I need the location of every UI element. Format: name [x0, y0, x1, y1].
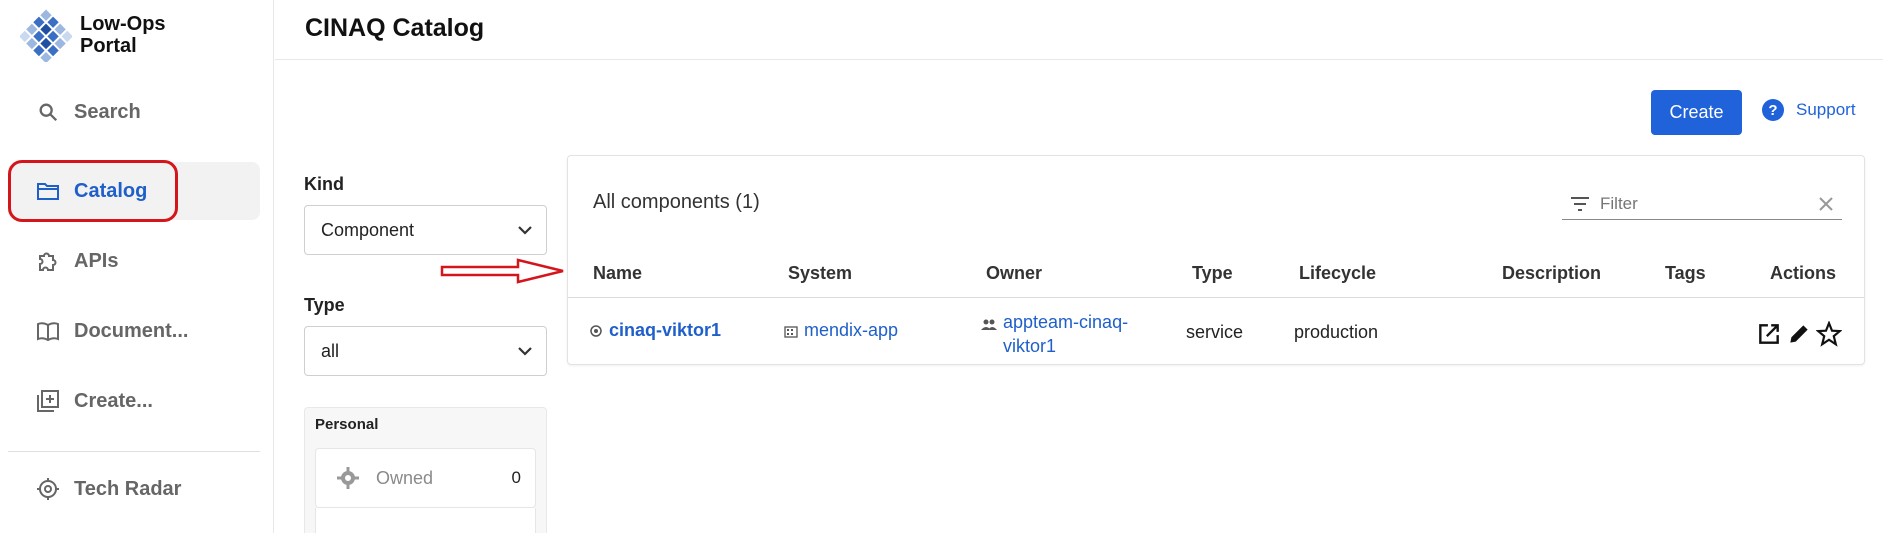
diamond-logo-icon [20, 9, 72, 62]
app-name-line1: Low-Ops [80, 13, 166, 35]
puzzle-icon [34, 247, 62, 275]
owner-name-line2: viktor1 [1003, 336, 1057, 356]
table-title: All components (1) [593, 191, 760, 213]
sidebar-item-apis[interactable]: APIs [8, 232, 260, 290]
add-box-icon [34, 387, 62, 415]
column-header-type[interactable]: Type [1192, 263, 1233, 284]
column-header-system[interactable]: System [788, 263, 852, 284]
sidebar-item-tech-radar[interactable]: Tech Radar [8, 460, 260, 518]
sidebar: Low-Ops Portal Search Catalog APIs Docum… [0, 0, 274, 533]
create-button[interactable]: Create [1651, 90, 1742, 135]
system-link[interactable]: mendix-app [784, 320, 898, 341]
app-name: Low-Ops Portal [80, 13, 166, 57]
system-name: mendix-app [804, 320, 899, 340]
chevron-down-icon [518, 226, 532, 235]
sidebar-item-create[interactable]: Create... [8, 372, 260, 430]
owned-count: 0 [511, 468, 521, 487]
column-header-name[interactable]: Name [593, 263, 642, 284]
filter-list-icon [1571, 196, 1589, 211]
personal-filter-panel: Personal Owned 0 [304, 407, 547, 533]
column-header-tags[interactable]: Tags [1665, 263, 1706, 284]
sidebar-item-label: APIs [74, 249, 119, 272]
type-label: Type [304, 295, 345, 315]
type-cell: service [1186, 322, 1244, 342]
chevron-down-icon [518, 347, 532, 356]
clear-icon[interactable] [1816, 194, 1836, 214]
filter-input[interactable] [1600, 193, 1800, 214]
owner-link[interactable]: appteam-cinaq- viktor1 [981, 310, 1128, 358]
starred-filter-item[interactable] [315, 508, 536, 533]
edit-icon[interactable] [1786, 321, 1812, 347]
sidebar-item-documentation[interactable]: Document... [8, 302, 260, 360]
annotation-arrow-icon [440, 258, 564, 284]
sidebar-item-search[interactable]: Search [8, 83, 260, 141]
personal-title: Personal [315, 416, 379, 433]
column-header-owner[interactable]: Owner [986, 263, 1042, 284]
book-icon [34, 317, 62, 345]
building-icon [784, 326, 798, 338]
help-icon: ? [1762, 99, 1784, 121]
lifecycle-cell: production [1294, 322, 1379, 342]
support-label: Support [1796, 100, 1856, 119]
owned-label: Owned [376, 467, 434, 488]
support-link[interactable]: ? Support [1762, 99, 1856, 121]
kind-select-value: Component [321, 219, 415, 240]
component-icon [590, 325, 602, 337]
sidebar-item-label: Tech Radar [74, 477, 182, 500]
column-header-actions: Actions [1770, 263, 1837, 283]
star-icon[interactable] [1816, 321, 1842, 347]
app-logo[interactable]: Low-Ops Portal [20, 8, 166, 62]
group-icon [981, 319, 997, 330]
sidebar-divider [8, 451, 260, 452]
table-filter[interactable] [1562, 188, 1842, 220]
component-name-link[interactable]: cinaq-viktor1 [589, 320, 721, 341]
page-header: CINAQ Catalog [275, 0, 1883, 60]
type-select-value: all [321, 340, 340, 361]
owner-name-line1: appteam-cinaq- [1003, 312, 1129, 332]
open-in-new-icon[interactable] [1756, 321, 1782, 347]
sidebar-item-label: Search [74, 100, 141, 123]
annotation-highlight-box [8, 160, 178, 222]
column-header-description[interactable]: Description [1502, 263, 1601, 284]
type-select[interactable]: all [304, 326, 547, 376]
column-header-lifecycle[interactable]: Lifecycle [1299, 263, 1376, 284]
sidebar-item-label: Create... [74, 389, 153, 412]
kind-select[interactable]: Component [304, 205, 547, 255]
radar-icon [34, 475, 62, 503]
table-header-divider [568, 297, 1864, 298]
page-title: CINAQ Catalog [305, 14, 485, 42]
app-name-line2: Portal [80, 35, 137, 57]
search-icon [34, 98, 62, 126]
sidebar-item-label: Document... [74, 319, 189, 342]
owned-filter-item[interactable]: Owned 0 [315, 448, 536, 508]
component-name: cinaq-viktor1 [609, 320, 722, 340]
gear-icon [337, 467, 359, 489]
components-table-card: All components (1) Name System Owner Typ… [567, 155, 1865, 365]
kind-label: Kind [304, 174, 344, 194]
